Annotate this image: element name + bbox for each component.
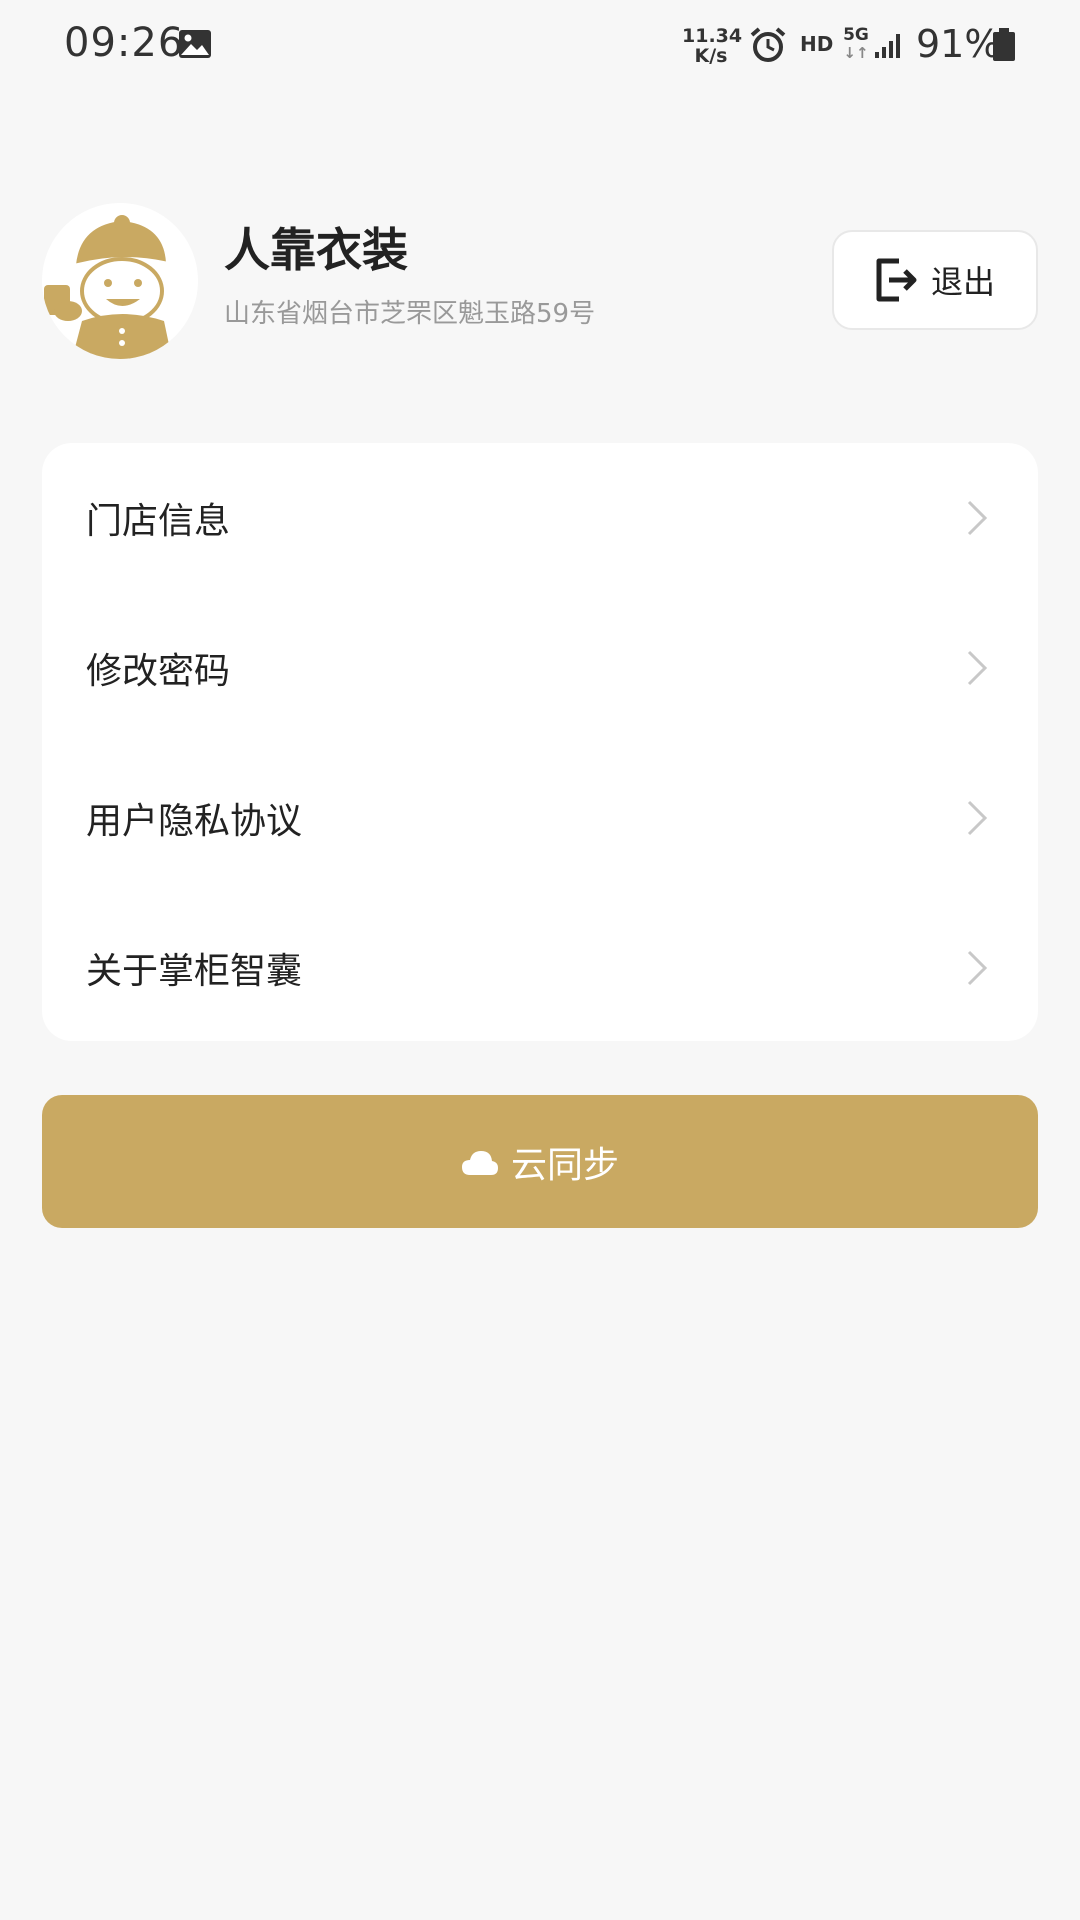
menu-item-label: 用户隐私协议 [86, 801, 303, 842]
menu-item-about[interactable]: 关于掌柜智囊 [42, 893, 1038, 1043]
network-speed-unit: K/s [694, 45, 728, 67]
cloud-sync-label: 云同步 [510, 1144, 619, 1186]
menu-item-privacy-policy[interactable]: 用户隐私协议 [42, 743, 1038, 893]
alarm-icon [750, 27, 786, 62]
network-type: 5G ↓↑ [842, 26, 870, 62]
store-address: 山东省烟台市芝罘区魁玉路59号 [224, 299, 596, 329]
settings-menu: 门店信息 修改密码 用户隐私协议 关于掌柜智囊 [42, 443, 1038, 1041]
cloud-icon [461, 1150, 498, 1175]
menu-item-label: 门店信息 [86, 501, 231, 542]
mascot-avatar-icon [42, 203, 198, 359]
network-type-label: 5G [843, 25, 869, 45]
menu-item-label: 修改密码 [86, 651, 231, 692]
hd-indicator: HD [800, 32, 834, 56]
menu-item-change-password[interactable]: 修改密码 [42, 593, 1038, 743]
battery-percentage: 91% [916, 22, 1001, 66]
chevron-right-icon [967, 500, 988, 536]
signal-icon [875, 34, 900, 58]
avatar [42, 203, 198, 359]
logout-button[interactable]: 退出 [832, 230, 1038, 330]
battery-icon [993, 28, 1015, 61]
chevron-right-icon [967, 800, 988, 836]
chevron-right-icon [967, 650, 988, 686]
logout-icon [876, 258, 917, 302]
menu-item-label: 关于掌柜智囊 [86, 951, 303, 992]
data-arrows: ↓↑ [843, 44, 869, 62]
network-speed-value: 11.34 [682, 25, 743, 47]
network-speed: 11.34 K/s [682, 25, 743, 67]
logout-label: 退出 [930, 263, 995, 301]
cloud-sync-button[interactable]: 云同步 [42, 1095, 1038, 1228]
store-name: 人靠衣装 [224, 223, 408, 277]
status-time: 09:26 [64, 20, 185, 66]
status-bar: 09:26 11.34 K/s HD 5G ↓↑ 91% [0, 0, 1080, 92]
chevron-right-icon [967, 950, 988, 986]
image-notification-icon [179, 30, 211, 58]
menu-item-store-info[interactable]: 门店信息 [42, 443, 1038, 593]
